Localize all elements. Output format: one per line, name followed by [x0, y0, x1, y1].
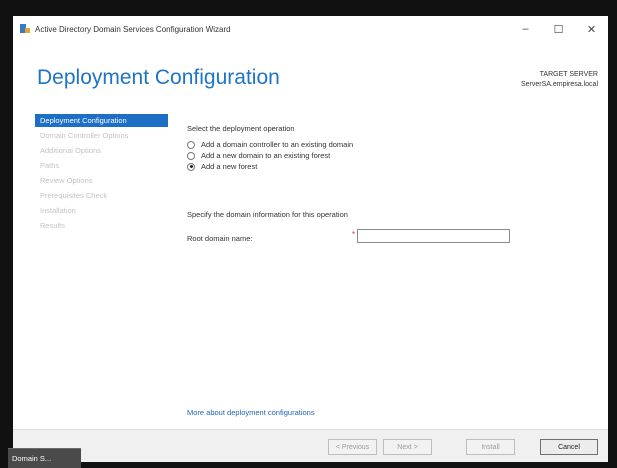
root-domain-label: Root domain name: [187, 234, 253, 243]
step-prerequisites-check: Prerequisites Check [40, 191, 108, 200]
specify-domain-label: Specify the domain information for this … [187, 210, 348, 219]
maximize-button[interactable]: ☐ [542, 16, 575, 42]
root-domain-input[interactable] [357, 229, 510, 243]
step-review-options: Review Options [40, 176, 93, 185]
target-server-label: TARGET SERVER [539, 71, 598, 78]
option-add-new-forest[interactable]: Add a new forest [187, 162, 257, 171]
minimize-button[interactable]: – [509, 16, 542, 42]
step-deployment-configuration[interactable]: Deployment Configuration [35, 114, 168, 127]
step-domain-controller-options: Domain Controller Options [40, 131, 129, 140]
radio-button[interactable] [187, 151, 195, 160]
option-add-domain-existing-forest[interactable]: Add a new domain to an existing forest [187, 151, 330, 160]
option-label: Add a new domain to an existing forest [201, 151, 331, 160]
title-bar[interactable]: Active Directory Domain Services Configu… [13, 16, 608, 42]
window-controls: – ☐ ✕ [509, 16, 608, 42]
required-marker: * [352, 230, 356, 239]
select-operation-label: Select the deployment operation [187, 124, 295, 133]
option-add-dc-existing-domain[interactable]: Add a domain controller to an existing d… [187, 140, 353, 149]
previous-button[interactable]: < Previous [328, 439, 377, 455]
target-server-value: ServerSA.empiresa.local [520, 81, 598, 88]
option-label: Add a domain controller to an existing d… [201, 140, 354, 149]
step-paths: Paths [40, 161, 60, 170]
target-server: TARGET SERVER ServerSA.empiresa.local [521, 70, 598, 90]
step-results: Results [40, 221, 66, 230]
wizard-footer: < Previous Next > Install Cancel [13, 430, 608, 462]
more-about-link[interactable]: More about deployment configurations [187, 408, 315, 417]
step-installation: Installation [40, 206, 76, 215]
taskbar-item[interactable]: Domain S... [8, 448, 81, 468]
install-button[interactable]: Install [466, 439, 515, 455]
next-button[interactable]: Next > [383, 439, 432, 455]
radio-button-checked[interactable] [187, 162, 195, 171]
step-additional-options: Additional Options [40, 146, 101, 155]
radio-button[interactable] [187, 140, 195, 149]
page-title: Deployment Configuration [37, 66, 280, 89]
cancel-button[interactable]: Cancel [540, 439, 598, 455]
close-button[interactable]: ✕ [575, 16, 608, 42]
wizard-window: Active Directory Domain Services Configu… [13, 16, 608, 462]
window-title: Active Directory Domain Services Configu… [35, 24, 231, 34]
option-label: Add a new forest [201, 162, 258, 171]
server-manager-icon [20, 24, 30, 34]
wizard-steps: Deployment Configuration Domain Controll… [35, 114, 170, 234]
